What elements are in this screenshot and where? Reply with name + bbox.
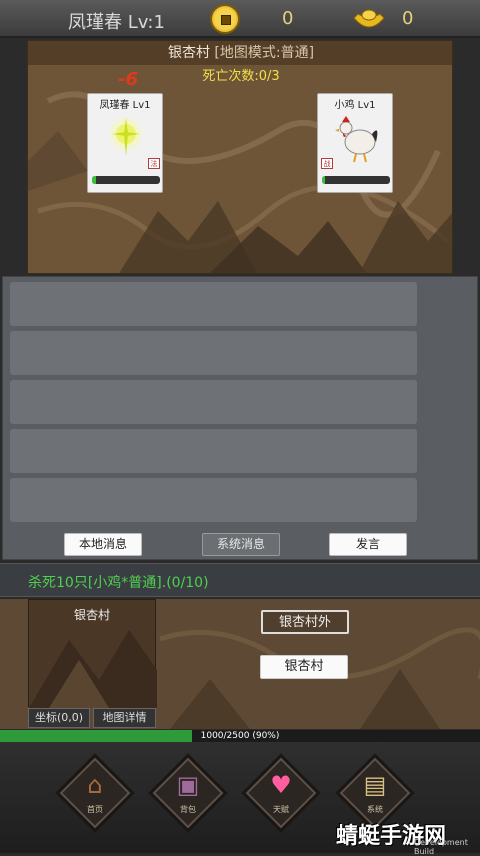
book-icon: ▤ [363,771,387,799]
heart-icon: ♥ [270,771,292,799]
nav-home[interactable]: ⌂ 首页 [58,756,132,830]
enemy-hp-fill [322,176,326,184]
local-messages-button[interactable]: 本地消息 [64,533,142,556]
exp-text: 1000/2500 (90%) [200,731,280,741]
chat-message-slot [10,282,417,326]
minimap-title: 银杏村 [73,608,110,622]
map-title-row: 银杏村 [地图模式:普通] [28,41,452,65]
minimap[interactable]: 银杏村 [28,599,157,708]
backpack-icon: ▣ [176,771,200,799]
system-messages-button[interactable]: 系统消息 [202,533,280,556]
damage-number: -6 [118,69,138,90]
nav-bag[interactable]: ▣ 背包 [151,756,225,830]
dev-build-label: Development Build [414,838,468,856]
quest-bar[interactable]: 杀死10只[小鸡*普通].(0/10) [0,563,480,597]
enemy-card[interactable]: 小鸡 Lv1 战 [317,93,393,193]
chat-message-slot [10,429,417,473]
death-count: 死亡次数:0/3 [202,69,280,84]
chat-message-slot [10,380,417,424]
nav-bag-label: 背包 [180,805,196,814]
nav-talent[interactable]: ♥ 天赋 [244,756,318,830]
top-bar: 凤瑾春 Lv:1 0 0 [0,0,480,38]
outer-village-button[interactable]: 银杏村外 [261,610,349,634]
copper-coin-icon [210,4,240,34]
coordinates-button[interactable]: 坐标(0,0) [28,708,90,728]
map-details-button[interactable]: 地图详情 [93,708,156,728]
enemy-class-tag: 战 [321,158,333,169]
ingot-count: 0 [402,8,414,29]
nav-talent-label: 天赋 [273,805,289,814]
current-village-button[interactable]: 银杏村 [260,655,348,679]
nav-home-label: 首页 [87,805,103,814]
home-signpost-icon: ⌂ [87,771,103,799]
spark-avatar-icon [110,118,142,156]
exp-bar: 1000/2500 (90%) [0,730,480,742]
chat-panel: 本地消息 系统消息 发言 [2,276,478,560]
chicken-avatar-icon [335,116,378,163]
player-card-name: 凤瑾春 Lv1 [99,100,151,111]
player-card[interactable]: 凤瑾春 Lv1 法 [87,93,163,193]
coin-count: 0 [282,8,294,29]
enemy-card-name: 小鸡 Lv1 [334,100,376,111]
location-panel: 银杏村 坐标(0,0) 地图详情 银杏村外 银杏村 [0,599,480,729]
gold-ingot-icon [353,9,385,28]
speak-button[interactable]: 发言 [329,533,407,556]
player-hp-bar [92,176,160,184]
chat-message-slot [10,331,417,375]
nav-system-label: 系统 [367,805,383,814]
enemy-hp-bar [322,176,390,184]
map-mode: [地图模式:普通] [214,45,315,61]
player-name-level: 凤瑾春 Lv:1 [68,12,165,33]
player-class-tag: 法 [148,158,160,169]
quest-text: 杀死10只[小鸡*普通].(0/10) [28,575,209,591]
battle-map: 银杏村 [地图模式:普通] 死亡次数:0/3 凤瑾春 Lv1 法 小鸡 Lv1 … [27,40,453,274]
chat-message-slot [10,478,417,522]
player-hp-fill [92,176,97,184]
map-name: 银杏村 [167,45,210,61]
